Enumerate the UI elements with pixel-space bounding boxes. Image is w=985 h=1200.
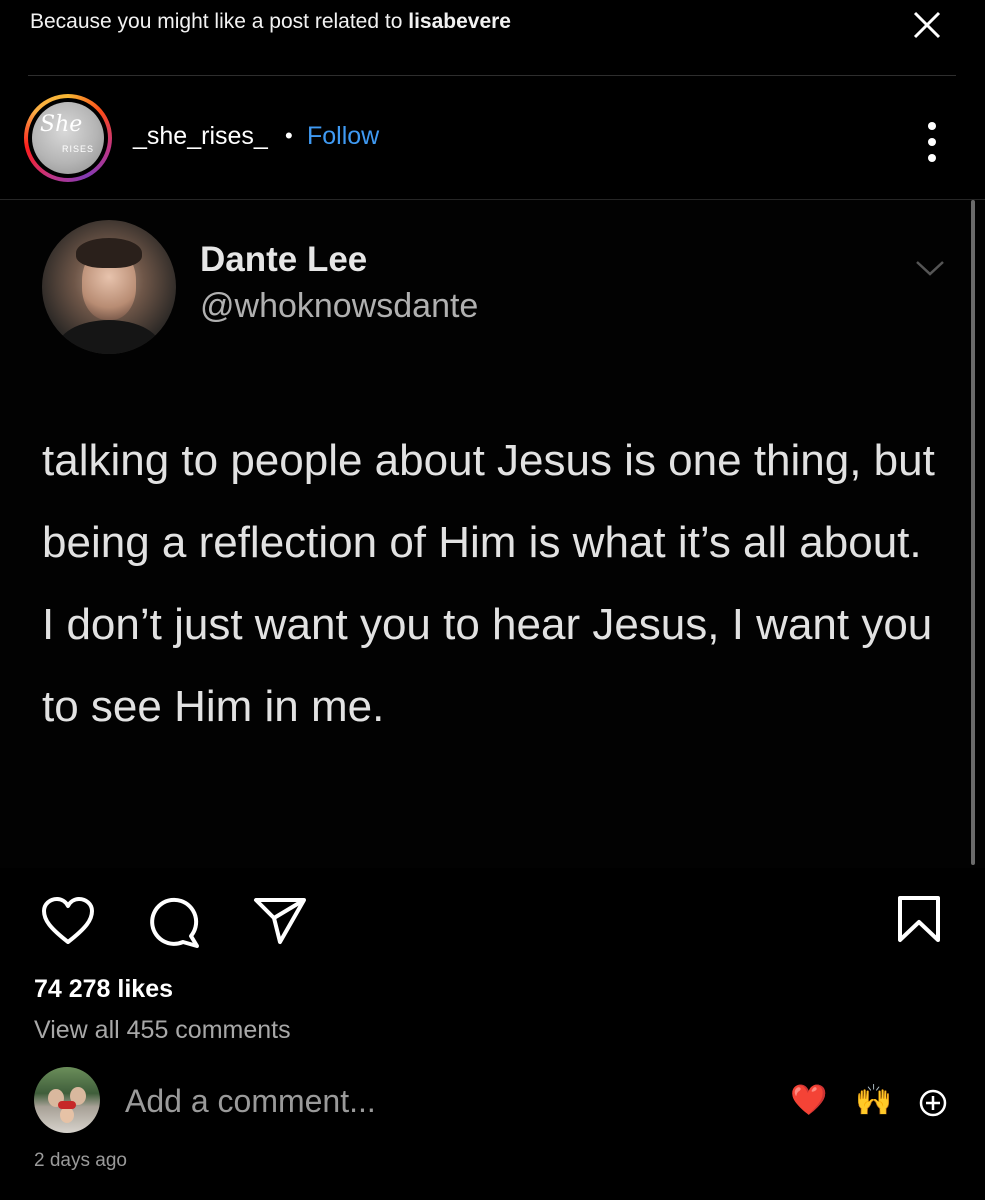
heart-icon[interactable] bbox=[40, 896, 96, 946]
plus-circle-icon[interactable] bbox=[918, 1088, 948, 1118]
quick-emoji-heart[interactable]: ❤️ bbox=[790, 1083, 827, 1118]
follow-button[interactable]: Follow bbox=[307, 122, 379, 151]
likes-count[interactable]: 74 278 likes bbox=[34, 975, 173, 1004]
profile-avatar[interactable]: She RISES bbox=[24, 94, 112, 182]
suggestion-account[interactable]: lisabevere bbox=[408, 10, 511, 33]
avatar-logo-text: She bbox=[40, 112, 83, 137]
view-all-comments-link[interactable]: View all 455 comments bbox=[34, 1016, 291, 1045]
scrollbar[interactable] bbox=[971, 200, 975, 865]
add-comment-input[interactable]: Add a comment... bbox=[125, 1083, 376, 1120]
bookmark-icon[interactable] bbox=[896, 894, 942, 944]
separator-dot: • bbox=[285, 123, 293, 148]
tweet-author-name: Dante Lee bbox=[200, 240, 368, 279]
tweet-text: talking to people about Jesus is one thi… bbox=[42, 436, 935, 731]
comment-icon[interactable] bbox=[145, 896, 203, 950]
current-user-avatar bbox=[34, 1067, 100, 1133]
avatar-logo-subtext: RISES bbox=[62, 144, 95, 154]
chevron-down-icon bbox=[916, 261, 944, 276]
quick-emoji-raised-hands[interactable]: 🙌 bbox=[855, 1083, 892, 1118]
post-username[interactable]: _she_rises_ bbox=[133, 122, 268, 151]
send-icon[interactable] bbox=[252, 894, 308, 946]
close-icon[interactable] bbox=[910, 8, 944, 42]
tweet-author-handle: @whoknowsdante bbox=[200, 287, 479, 325]
suggestion-banner: Because you might like a post related to… bbox=[30, 10, 511, 34]
divider bbox=[28, 75, 956, 76]
more-vertical-icon[interactable] bbox=[920, 120, 944, 164]
tweet-author-avatar bbox=[42, 220, 176, 354]
post-timestamp: 2 days ago bbox=[34, 1150, 127, 1171]
suggestion-text: Because you might like a post related to bbox=[30, 10, 403, 33]
